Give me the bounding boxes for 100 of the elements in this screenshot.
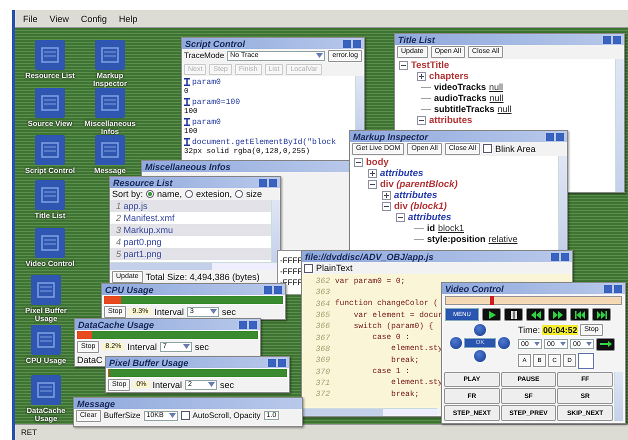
window-title: Pixel Buffer Usage [109, 358, 188, 368]
window-title: DataCache Usage [78, 320, 154, 330]
checkbox[interactable] [180, 411, 190, 420]
tree-node[interactable]: body [366, 156, 389, 168]
scrollbar[interactable] [615, 58, 624, 192]
fast-forward-icon [552, 310, 562, 318]
down-arrow-button[interactable] [474, 350, 486, 362]
checkbox[interactable] [304, 264, 313, 272]
radio-button[interactable] [185, 190, 194, 198]
tile-icon[interactable] [95, 40, 125, 70]
tile-icon[interactable] [35, 180, 65, 210]
command-text: param0 [192, 118, 221, 127]
scrollbar[interactable] [110, 262, 280, 270]
radio-button[interactable] [235, 190, 244, 198]
status-text: RET [21, 428, 37, 437]
tile-icon[interactable] [35, 88, 65, 118]
window-title: Markup Inspector [353, 132, 428, 142]
tree-node[interactable]: attributes [408, 212, 452, 223]
property-value[interactable]: null [498, 104, 512, 114]
caret-icon [316, 53, 324, 58]
resource-item[interactable]: 3 Markup.xmu [110, 224, 271, 236]
checkbox-label: PlainText [316, 263, 353, 273]
rewind-button[interactable] [526, 308, 545, 321]
up-arrow-button[interactable] [474, 324, 486, 336]
play-button[interactable] [482, 308, 501, 321]
tile-icon[interactable] [31, 325, 61, 355]
expander-icon[interactable] [354, 158, 363, 167]
tree-node[interactable]: TestTitle [411, 60, 450, 71]
resource-item[interactable]: 1 app.js [110, 200, 271, 212]
radio-label: size [246, 189, 262, 199]
pause-button[interactable] [504, 308, 523, 321]
expander-icon[interactable] [417, 116, 426, 125]
time-label: Time: [518, 324, 540, 335]
unit-label: sec [194, 342, 209, 352]
menu-item[interactable]: Config [80, 14, 107, 24]
right-arrow-button[interactable] [498, 337, 510, 349]
scrollbar[interactable] [302, 408, 437, 416]
checkbox[interactable] [483, 144, 492, 154]
left-arrow-button[interactable] [450, 337, 462, 349]
empty-button[interactable] [578, 352, 594, 369]
rewind-icon [530, 310, 540, 318]
radio-button[interactable] [146, 190, 154, 198]
scrollbar[interactable] [271, 200, 280, 262]
expander-icon[interactable] [417, 72, 426, 81]
unit-label: sec [222, 306, 236, 317]
skip-forward-button[interactable] [592, 308, 611, 321]
resource-item[interactable]: 5 part1.png [110, 248, 271, 260]
tile-icon[interactable] [35, 135, 65, 165]
tile-icon[interactable] [31, 375, 61, 405]
seek-bar[interactable] [445, 296, 622, 305]
expander-icon[interactable] [396, 212, 405, 222]
memory-value: -FFFF [280, 267, 304, 278]
window-title: Resource List [113, 178, 173, 188]
skip-back-icon [574, 310, 584, 318]
tree-node[interactable]: attributes [429, 114, 472, 126]
expander-icon[interactable] [368, 168, 377, 178]
sort-label: Sort by: [112, 189, 144, 199]
go-button[interactable] [596, 338, 615, 351]
interval-label: Interval [152, 380, 182, 390]
skip-forward-icon [596, 310, 606, 318]
property-name: style:position [427, 234, 486, 244]
resource-item[interactable]: 4 part0.png [110, 236, 271, 248]
seek-thumb[interactable] [490, 296, 494, 305]
prompt-icon [184, 78, 190, 86]
tree-node[interactable]: attributes [380, 168, 424, 179]
property-value[interactable]: null [490, 93, 504, 104]
expander-icon[interactable] [399, 60, 408, 70]
property-name: videoTracks [434, 82, 486, 92]
window-title: Video Control [445, 284, 504, 294]
menu-item[interactable]: File [23, 14, 38, 24]
property-value[interactable]: relative [488, 234, 518, 244]
tree-node[interactable]: attributes [394, 190, 438, 201]
fast-forward-button[interactable] [548, 308, 567, 321]
tile-icon[interactable] [95, 135, 125, 165]
property-value[interactable]: null [489, 82, 504, 92]
caret-icon [534, 342, 540, 346]
menu-item[interactable]: Help [118, 14, 138, 24]
menu-item[interactable]: View [50, 14, 69, 24]
scrollbar[interactable] [355, 76, 364, 130]
tile-icon[interactable] [35, 40, 65, 70]
caret-icon [210, 309, 217, 314]
tile-icon[interactable] [95, 88, 125, 118]
tree-node[interactable]: div (block1) [394, 200, 447, 212]
info-text: DataC [77, 354, 103, 365]
resource-item[interactable]: 2 Manifest.xmf [110, 212, 271, 224]
skip-back-button[interactable] [570, 308, 589, 321]
window-title: Message [77, 398, 116, 408]
tile-icon[interactable] [31, 275, 61, 305]
prompt-icon [184, 118, 190, 126]
property-value[interactable]: block1 [438, 223, 464, 234]
expander-icon[interactable] [382, 190, 391, 200]
tile-icon[interactable] [35, 228, 65, 258]
property-name: audioTracks [434, 93, 487, 104]
scrollbar[interactable] [558, 156, 567, 251]
expander-icon[interactable] [368, 180, 377, 189]
scrollbar[interactable] [614, 372, 623, 421]
tree-node[interactable]: chapters [429, 70, 469, 82]
tree-node[interactable]: div (parentBlock) [380, 178, 458, 190]
expander-icon[interactable] [382, 202, 391, 211]
property-name: subtitleTracks [434, 104, 495, 114]
